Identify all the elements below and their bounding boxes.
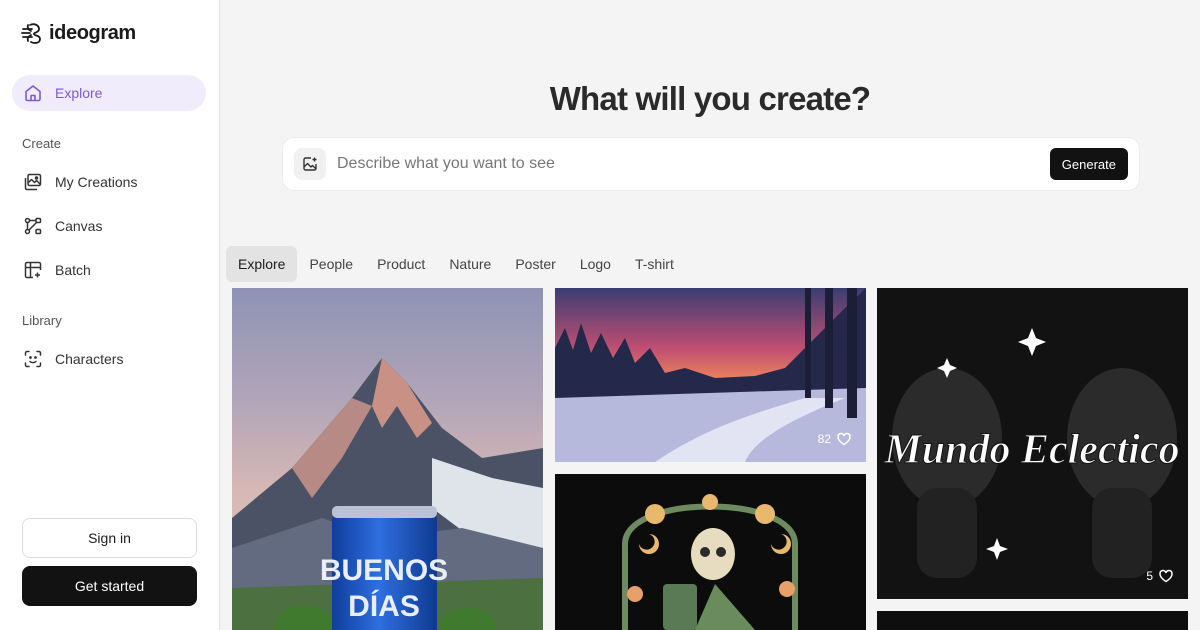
- character-face-icon: [24, 350, 42, 368]
- gallery-card[interactable]: BUENOS DÍAS: [232, 288, 543, 630]
- canvas-icon: [24, 217, 42, 235]
- poster-lettering: Mundo Eclectico: [883, 427, 1179, 473]
- category-tabs: Explore People Product Nature Poster Log…: [226, 246, 686, 282]
- can-label-top: BUENOS: [320, 554, 448, 587]
- page-title: What will you create?: [549, 80, 871, 117]
- gallery-icon: [24, 173, 42, 191]
- sidebar-item-batch[interactable]: Batch: [12, 252, 206, 288]
- sidebar-item-my-creations[interactable]: My Creations: [12, 164, 206, 200]
- can-label-bottom: DÍAS: [348, 589, 420, 623]
- generate-button[interactable]: Generate: [1049, 148, 1128, 180]
- gallery-card[interactable]: [555, 474, 866, 630]
- ideogram-logo-icon: [21, 23, 41, 44]
- gallery-card[interactable]: [877, 611, 1188, 630]
- like-count-value: 5: [1146, 569, 1153, 583]
- prompt-bar: Generate: [282, 137, 1140, 191]
- sidebar-item-label: My Creations: [55, 174, 138, 190]
- section-label-create: Create: [22, 136, 62, 151]
- batch-icon: [24, 261, 42, 279]
- typography-art-image: Mundo Eclectico: [877, 288, 1188, 599]
- sidebar-item-label: Canvas: [55, 218, 103, 234]
- heart-icon: [1159, 569, 1173, 583]
- like-count[interactable]: 5: [1146, 568, 1174, 584]
- tab-people[interactable]: People: [297, 246, 365, 282]
- sidebar-item-characters[interactable]: Characters: [12, 341, 206, 377]
- sidebar: ideogram Explore Create My Creations Can…: [0, 0, 220, 630]
- tab-logo[interactable]: Logo: [568, 246, 623, 282]
- image-upload-icon: [303, 157, 317, 171]
- gallery-card[interactable]: Mundo Eclectico 5: [877, 288, 1188, 599]
- get-started-button[interactable]: Get started: [22, 566, 197, 606]
- sidebar-item-label: Batch: [55, 262, 91, 278]
- tab-nature[interactable]: Nature: [437, 246, 503, 282]
- sidebar-item-label: Characters: [55, 351, 124, 367]
- home-icon: [25, 85, 41, 102]
- sidebar-item-label: Explore: [55, 85, 103, 101]
- app-name: ideogram: [49, 21, 136, 44]
- like-count[interactable]: 82: [818, 431, 852, 447]
- tab-t-shirt[interactable]: T-shirt: [623, 246, 686, 282]
- tab-explore[interactable]: Explore: [226, 246, 298, 282]
- image-upload-button[interactable]: [294, 148, 326, 180]
- gallery-card[interactable]: 82: [555, 288, 866, 462]
- mountain-soda-image: BUENOS DÍAS: [232, 288, 543, 630]
- heart-icon: [837, 432, 851, 446]
- skeleton-art-image: [555, 474, 866, 630]
- tab-poster[interactable]: Poster: [503, 246, 567, 282]
- section-label-library: Library: [22, 313, 62, 328]
- sidebar-item-explore[interactable]: Explore: [12, 75, 206, 111]
- sign-in-button[interactable]: Sign in: [22, 518, 197, 558]
- sidebar-item-canvas[interactable]: Canvas: [12, 208, 206, 244]
- app-logo[interactable]: ideogram: [20, 21, 136, 45]
- like-count-value: 82: [817, 432, 831, 446]
- tab-product[interactable]: Product: [365, 246, 437, 282]
- prompt-input[interactable]: [337, 155, 1050, 173]
